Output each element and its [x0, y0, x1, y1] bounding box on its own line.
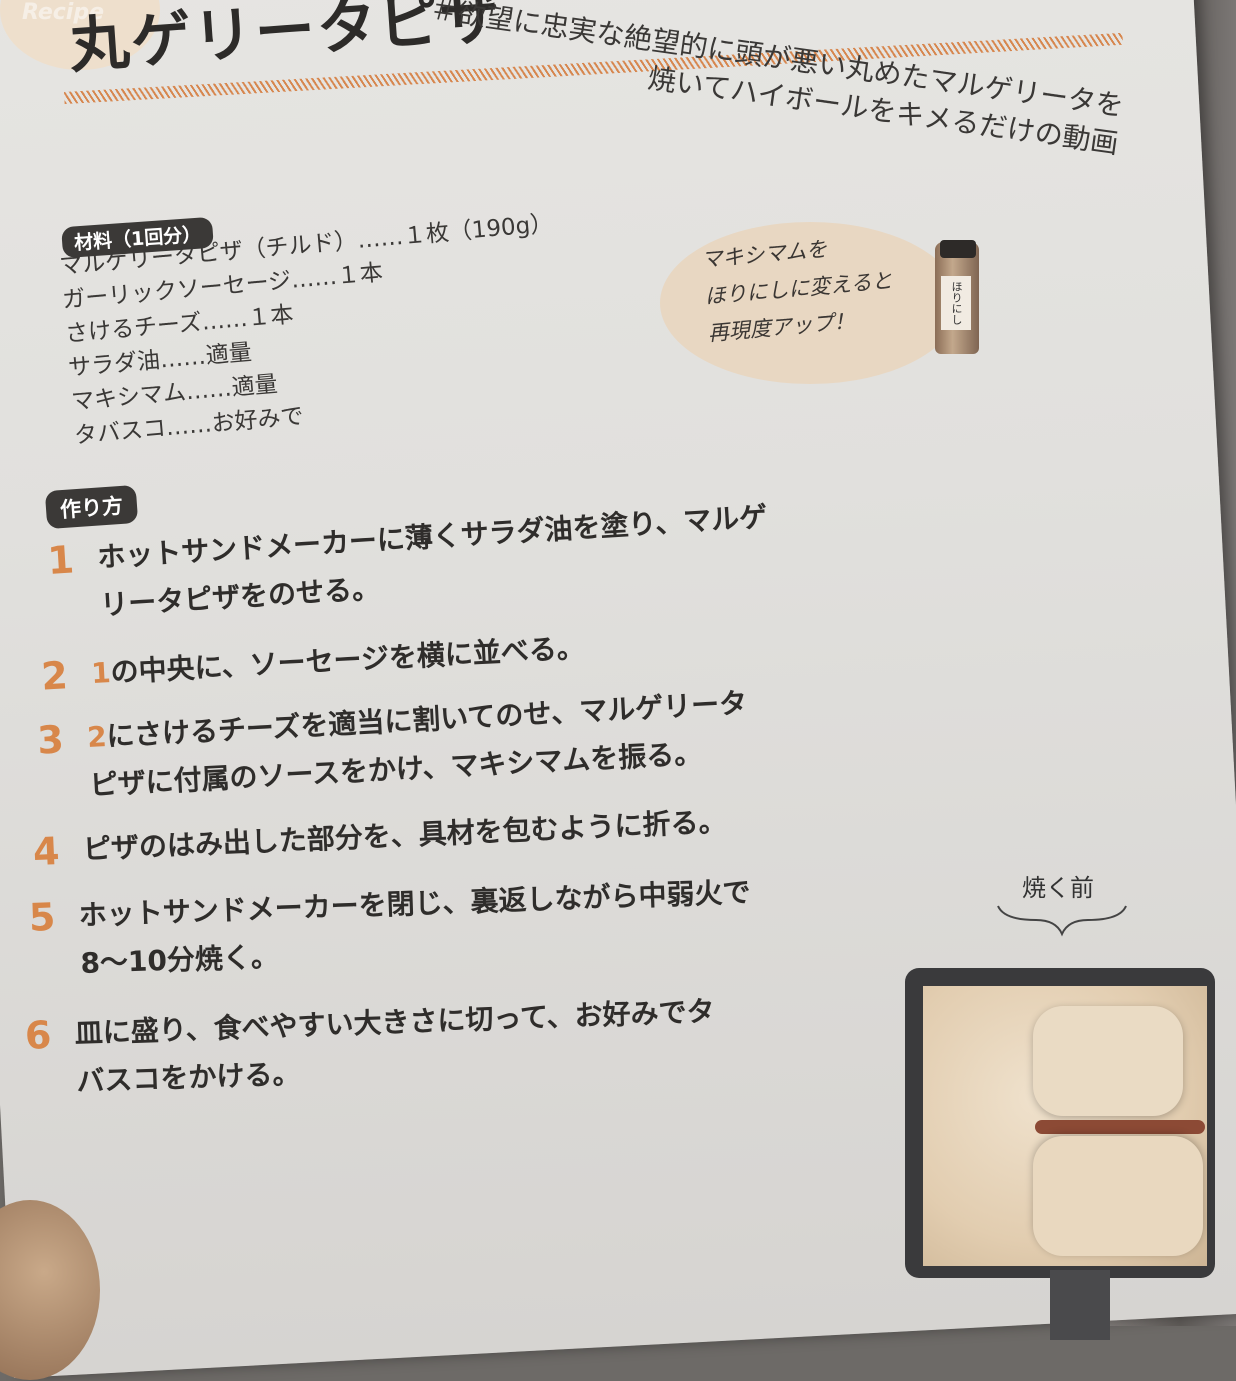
step-6: 6 皿に盛り、食べやすい大きさに切って、お好みでタ バスコをかける。 — [24, 988, 717, 1106]
step-text-line-1: 1の中央に、ソーセージを横に並べる。 — [90, 624, 586, 698]
step-number: 3 — [36, 717, 65, 763]
page-content: Recipe 丸ゲリータピザ ＃欲望に忠実な絶望的に頭が悪い丸めたマルゲリータを… — [0, 0, 1236, 1380]
photo-caption: 焼く前 — [1022, 874, 1094, 902]
step-ref: 2 — [86, 719, 108, 754]
hot-sandwich-maker-handle — [1050, 1270, 1110, 1340]
step-3: 3 2にさけるチーズを適当に割いてのせ、マルゲリータ ピザに付属のソースをかけ、… — [36, 679, 751, 809]
brace-icon — [997, 905, 1127, 937]
pizza-fold-top — [1033, 1006, 1183, 1116]
step-number: 2 — [40, 653, 69, 699]
sausage-image — [1035, 1120, 1205, 1134]
step-2: 2 1の中央に、ソーセージを横に並べる。 — [40, 624, 586, 698]
step-text: の中央に、ソーセージを横に並べる。 — [109, 631, 586, 689]
step-ref: 1 — [90, 655, 112, 690]
step-1: 1 ホットサンドメーカーに薄くサラダ油を塗り、マルゲ リータピザをのせる。 — [46, 493, 771, 630]
step-number: 1 — [46, 537, 76, 583]
step-4: 4 ピザのはみ出した部分を、具材を包むように折る。 — [32, 798, 728, 874]
pizza-image — [923, 986, 1207, 1266]
step-number: 4 — [32, 829, 61, 875]
pizza-photo — [905, 968, 1215, 1278]
step-text-line-1: ピザのはみ出した部分を、具材を包むように折る。 — [82, 804, 728, 866]
pizza-fold-bottom — [1033, 1136, 1203, 1256]
step-5: 5 ホットサンドメーカーを閉じ、裏返しながら中弱火で 8～10分焼く。 — [28, 869, 753, 988]
step-number: 6 — [24, 1012, 53, 1058]
step-number: 5 — [28, 894, 57, 940]
